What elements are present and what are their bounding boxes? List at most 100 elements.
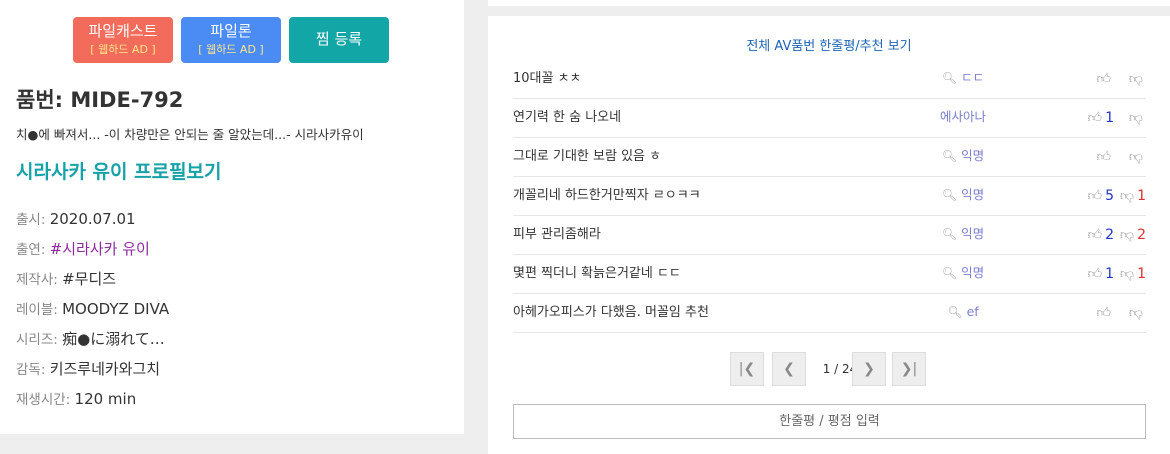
review-author[interactable]: 🔍︎ ㄷㄷ [918, 60, 1008, 96]
thumb-up-button[interactable]: 👍︎ 1 [1087, 99, 1114, 137]
thumb-down-button[interactable]: 👎︎ 1 [1120, 255, 1146, 293]
info-label-brand: 레이블: MOODYZ DIVA [16, 296, 169, 326]
author-name: ef [966, 304, 979, 319]
thumb-down-button[interactable]: 👎︎ [1129, 99, 1146, 137]
thumb-down-button[interactable]: 👎︎ [1129, 60, 1146, 98]
thumb-down-icon: 👎︎ [1128, 71, 1143, 87]
thumb-down-icon: 👎︎ [1128, 305, 1143, 321]
pileecast-ad-label: [ 웹하드 AD ] [90, 43, 156, 56]
up-count: 1 [1105, 110, 1114, 126]
author-name: ㄷㄷ [961, 70, 985, 85]
review-row: 그대로 기대한 보람 있음 ㅎ 🔍︎ 익명 👍︎ 👎︎ [513, 138, 1146, 177]
actress-profile-link[interactable]: 시라사카 유이 프로필보기 [16, 157, 222, 184]
author-name: 익명 [961, 226, 985, 241]
author-name: 익명 [961, 187, 985, 202]
product-subtitle: 치●에 빠져서... -이 차량만은 안되는 줄 알았는데...- 시라사카유이 [16, 127, 364, 142]
review-row: 피부 관리좀해라 🔍︎ 익명 👍︎ 2 👎︎ 2 [513, 216, 1146, 255]
thumb-up-button[interactable]: 👍︎ [1096, 138, 1114, 176]
info-director: 감독: 키즈루네카와그치 [16, 356, 169, 386]
review-text: 10대꼴 ㅊㅊ [513, 71, 582, 86]
info-label: 제작사: [16, 272, 63, 288]
product-info-list: 출시: 2020.07.01 출연: #시라사카 유이 제작사: #무디즈 레이… [16, 206, 169, 416]
review-row: 10대꼴 ㅊㅊ 🔍︎ ㄷㄷ 👍︎ 👎︎ [513, 60, 1146, 99]
thumb-up-button[interactable]: 👍︎ 2 [1087, 216, 1114, 254]
author-name: 익명 [961, 148, 985, 163]
review-author[interactable]: 🔍︎ ef [918, 294, 1008, 330]
thumb-down-button[interactable]: 👎︎ 1 [1120, 177, 1146, 215]
review-text: 개꼴리네 하드한거만찍자 ㄹㅇㅋㅋ [513, 188, 701, 203]
author-name: 익명 [961, 265, 985, 280]
cast-link[interactable]: #시라사카 유이 [50, 240, 150, 258]
reviews-panel: 전체 AV품번 한줄평/추천 보기 10대꼴 ㅊㅊ 🔍︎ ㄷㄷ 👍︎ 👎︎ 연기력… [488, 16, 1170, 454]
down-count: 1 [1137, 188, 1146, 204]
search-icon: 🔍︎ [941, 188, 958, 202]
thumb-up-icon: 👍︎ [1087, 227, 1103, 243]
thumb-up-button[interactable]: 👍︎ 1 [1087, 255, 1114, 293]
next-page-button[interactable]: ❯ [852, 352, 886, 386]
review-row: 개꼴리네 하드한거만찍자 ㄹㅇㅋㅋ 🔍︎ 익명 👍︎ 5 👎︎ 1 [513, 177, 1146, 216]
search-icon: 🔍︎ [947, 305, 963, 319]
thumb-up-button[interactable]: 👍︎ [1096, 60, 1114, 98]
info-runtime: 재생시간: 120 min [16, 386, 169, 416]
review-text: 아헤가오피스가 다했음. 머꼴임 추천 [513, 305, 709, 320]
thumb-down-button[interactable]: 👎︎ [1129, 138, 1146, 176]
info-label: 출시: [16, 212, 50, 228]
info-value: 2020.07.01 [49, 210, 136, 228]
search-icon: 🔍︎ [941, 266, 958, 280]
up-count: 2 [1105, 227, 1114, 243]
info-label: 레이블: [16, 302, 63, 318]
info-cast: 출연: #시라사카 유이 [16, 236, 169, 266]
thumb-up-icon: 👍︎ [1087, 266, 1103, 282]
review-row: 아헤가오피스가 다했음. 머꼴임 추천 🔍︎ ef 👍︎ 👎︎ [513, 294, 1146, 333]
last-page-button[interactable]: ❯| [892, 352, 926, 386]
write-review-button[interactable]: 한줄평 / 평점 입력 [513, 404, 1146, 439]
review-author[interactable]: 🔍︎ 익명 [918, 255, 1008, 291]
up-count: 5 [1105, 188, 1114, 204]
search-icon: 🔍︎ [941, 71, 958, 85]
thumb-up-icon: 👍︎ [1087, 188, 1103, 204]
thumb-up-button[interactable]: 👍︎ [1096, 294, 1114, 332]
info-value: MOODYZ DIVA [62, 300, 170, 318]
thumb-up-button[interactable]: 👍︎ 5 [1087, 177, 1114, 215]
thumb-down-icon: 👎︎ [1119, 227, 1135, 243]
pileeron-ad-label: [ 웹하드 AD ] [198, 43, 264, 56]
thumb-down-icon: 👎︎ [1128, 149, 1143, 165]
review-text: 몇편 찍더니 확늙은거같네 ㄷㄷ [513, 266, 681, 281]
info-label: 출연: [16, 242, 50, 258]
info-value: 120 min [74, 390, 137, 408]
search-icon: 🔍︎ [941, 149, 958, 163]
first-page-button[interactable]: |❮ [730, 352, 764, 386]
review-author[interactable]: 🔍︎ 익명 [918, 216, 1008, 252]
thumb-up-icon: 👍︎ [1096, 305, 1111, 321]
thumb-down-button[interactable]: 👎︎ [1129, 294, 1146, 332]
info-studio: 제작사: #무디즈 [16, 266, 169, 296]
review-list: 10대꼴 ㅊㅊ 🔍︎ ㄷㄷ 👍︎ 👎︎ 연기력 한 숨 나오네 에사아나 👍︎ 1 … [513, 60, 1146, 333]
review-author[interactable]: 🔍︎ 익명 [918, 177, 1008, 213]
review-author[interactable]: 🔍︎ 익명 [918, 138, 1008, 174]
info-release-date: 출시: 2020.07.01 [16, 206, 169, 236]
view-all-reviews-link[interactable]: 전체 AV품번 한줄평/추천 보기 [488, 35, 1170, 54]
review-author[interactable]: 에사아나 [918, 99, 1008, 135]
up-count: 1 [1105, 266, 1114, 282]
review-text: 그대로 기대한 보람 있음 ㅎ [513, 149, 662, 164]
thumb-up-icon: 👍︎ [1087, 110, 1103, 126]
thumb-up-icon: 👍︎ [1096, 71, 1111, 87]
studio-link[interactable]: #무디즈 [62, 270, 116, 288]
pileeron-label: 파일론 [210, 22, 252, 40]
add-favorite-label: 찜 등록 [315, 30, 363, 48]
down-count: 1 [1137, 266, 1146, 282]
pileeron-button[interactable]: 파일론 [ 웹하드 AD ] [181, 17, 281, 63]
info-label: 감독: [16, 362, 50, 378]
thumb-down-button[interactable]: 👎︎ 2 [1120, 216, 1146, 254]
down-count: 2 [1137, 227, 1146, 243]
top-strip [488, 0, 1170, 6]
info-label: 재생시간: [16, 392, 75, 408]
thumb-down-icon: 👎︎ [1119, 266, 1135, 282]
add-favorite-button[interactable]: 찜 등록 [289, 17, 389, 63]
product-code-title: 품번: MIDE-792 [16, 88, 184, 112]
prev-page-button[interactable]: ❮ [772, 352, 806, 386]
left-panel: 파일캐스트 [ 웹하드 AD ] 파일론 [ 웹하드 AD ] 찜 등록 품번:… [0, 0, 464, 434]
author-name: 에사아나 [939, 109, 986, 124]
pileecast-button[interactable]: 파일캐스트 [ 웹하드 AD ] [73, 17, 173, 63]
thumb-down-icon: 👎︎ [1119, 188, 1135, 204]
